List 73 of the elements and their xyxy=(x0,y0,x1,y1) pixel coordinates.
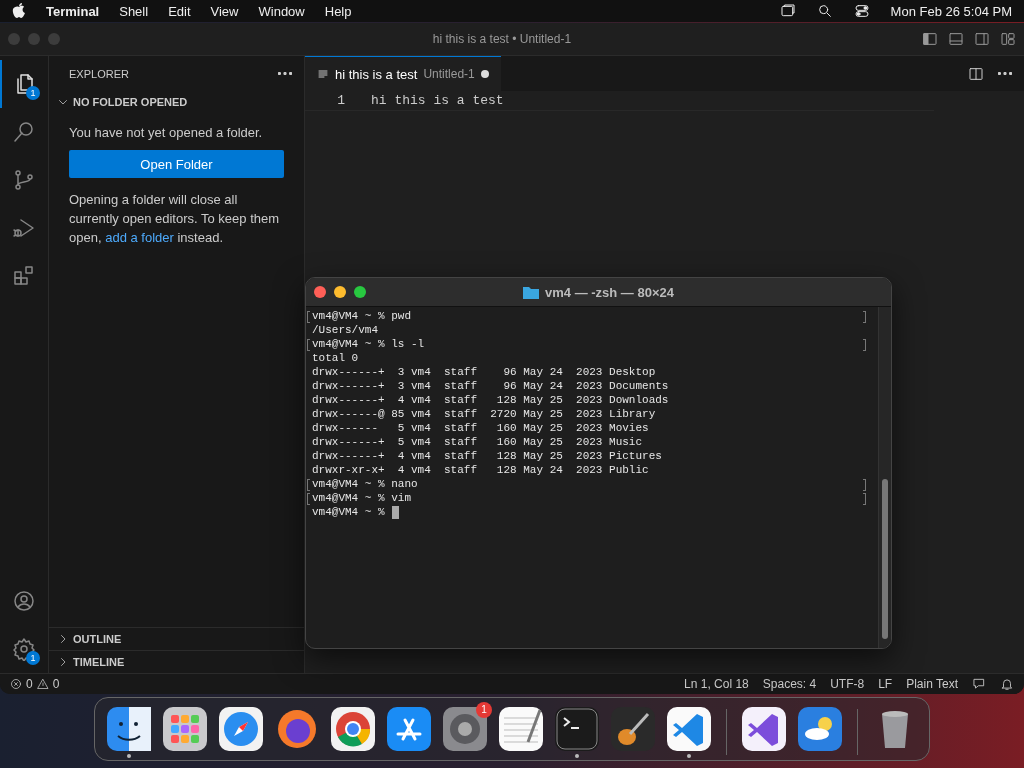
terminal-line: vm4@VM4 ~ % xyxy=(312,505,385,519)
section-header[interactable]: NO FOLDER OPENED xyxy=(49,91,304,113)
status-item[interactable]: Ln 1, Col 18 xyxy=(684,677,749,691)
terminal-line: drwx------+ 4 vm4 staff 128 May 25 2023 Downloads xyxy=(312,393,669,407)
sidebar-title: EXPLORER xyxy=(69,67,129,80)
app-menu[interactable]: Terminal xyxy=(46,3,100,19)
terminal-line: vm4@VM4 ~ % pwd xyxy=(312,309,412,323)
bell-icon xyxy=(1000,677,1014,691)
secondary-sidebar-icon xyxy=(974,31,990,47)
status-item[interactable]: UTF-8 xyxy=(830,677,865,691)
empty-message: You have not yet opened a folder. xyxy=(68,124,264,142)
extensions-icon xyxy=(12,264,36,288)
count-badge: 1 xyxy=(26,651,40,665)
add-folder-link[interactable]: add a folder xyxy=(105,230,174,245)
menu-item[interactable]: Edit xyxy=(168,3,191,19)
line-number: 1 xyxy=(336,93,345,108)
sidebar-toggle-icon xyxy=(922,31,938,47)
search-icon xyxy=(816,3,833,19)
open-folder-button[interactable]: Open Folder xyxy=(69,150,284,178)
status-item[interactable]: Spaces: 4 xyxy=(762,677,817,691)
split-editor-icon xyxy=(968,65,984,82)
section-header[interactable]: OUTLINE xyxy=(49,627,304,650)
menu-item[interactable]: View xyxy=(210,3,239,19)
settings-icon xyxy=(12,637,36,661)
folder-icon xyxy=(523,285,539,299)
scrollbar-thumb[interactable] xyxy=(882,479,888,639)
status-item[interactable]: LF xyxy=(878,677,893,691)
terminal-line: /Users/vm4 xyxy=(312,323,378,337)
close-button[interactable] xyxy=(314,286,326,298)
finder-icon[interactable] xyxy=(106,706,152,758)
code-line: hi this is a test xyxy=(370,93,504,108)
windows-icon xyxy=(778,3,797,19)
terminal-line: vm4@VM4 ~ % vim xyxy=(312,491,412,505)
terminal-line: total 0 xyxy=(312,351,359,365)
control-center-icon xyxy=(852,3,871,19)
error-icon xyxy=(10,678,22,690)
status-item[interactable]: Plain Text xyxy=(906,677,958,691)
terminal-line: vm4@VM4 ~ % ls -l xyxy=(312,337,425,351)
apple-logo-icon[interactable] xyxy=(12,3,26,19)
problems-indicator[interactable]: 0 0 xyxy=(10,677,60,691)
window-title: hi this is a test • Untitled-1 xyxy=(432,32,572,46)
terminal-line: drwxr-xr-x+ 4 vm4 staff 128 May 24 2023 Public xyxy=(312,463,649,477)
vscode-icon[interactable] xyxy=(666,706,712,758)
branch-icon xyxy=(12,168,36,192)
panel-toggle-icon xyxy=(948,31,964,47)
terminal-line: vm4@VM4 ~ % nano xyxy=(312,477,418,491)
more-icon xyxy=(278,72,292,75)
menu-item[interactable]: Shell xyxy=(119,3,149,19)
layout-icon xyxy=(1000,31,1016,47)
terminal-icon[interactable] xyxy=(554,706,600,758)
editor-tab[interactable]: hi this is a test Untitled-1 xyxy=(305,56,501,91)
zoom-button[interactable] xyxy=(354,286,366,298)
minimize-button[interactable] xyxy=(334,286,346,298)
terminal-line: drwx------+ 3 vm4 staff 96 May 24 2023 Documents xyxy=(312,379,669,393)
menu-item[interactable]: Window xyxy=(258,3,305,19)
terminal-line: drwx------+ 4 vm4 staff 128 May 25 2023 Pictures xyxy=(312,449,662,463)
settings-tab[interactable]: 1 xyxy=(0,625,48,673)
feedback-icon xyxy=(972,677,986,691)
count-badge: 1 xyxy=(26,86,40,100)
menu-clock[interactable]: Mon Feb 26 5:04 PM xyxy=(890,3,1012,19)
window-title: vm4 — -zsh — 80×24 xyxy=(545,284,674,300)
terminal-line: drwx------+ 3 vm4 staff 96 May 24 2023 Desktop xyxy=(312,365,656,379)
warning-icon xyxy=(36,678,49,690)
account-icon xyxy=(12,589,36,613)
terminal-line: drwx------ 5 vm4 staff 160 May 25 2023 Movies xyxy=(312,421,649,435)
search-icon xyxy=(12,120,36,144)
terminal-line: drwx------+ 5 vm4 staff 160 May 25 2023 Music xyxy=(312,435,643,449)
more-icon xyxy=(998,72,1012,75)
notification-badge: 1 xyxy=(476,702,492,718)
info-paragraph: Opening a folder will close all currently open editors. To keep them open, add a folder instead. xyxy=(68,191,281,247)
terminal-line: drwx------@ 85 vm4 staff 2720 May 25 2023 Library xyxy=(312,407,656,421)
play-bug-icon xyxy=(12,216,36,240)
menu-item[interactable]: Help xyxy=(324,3,352,19)
